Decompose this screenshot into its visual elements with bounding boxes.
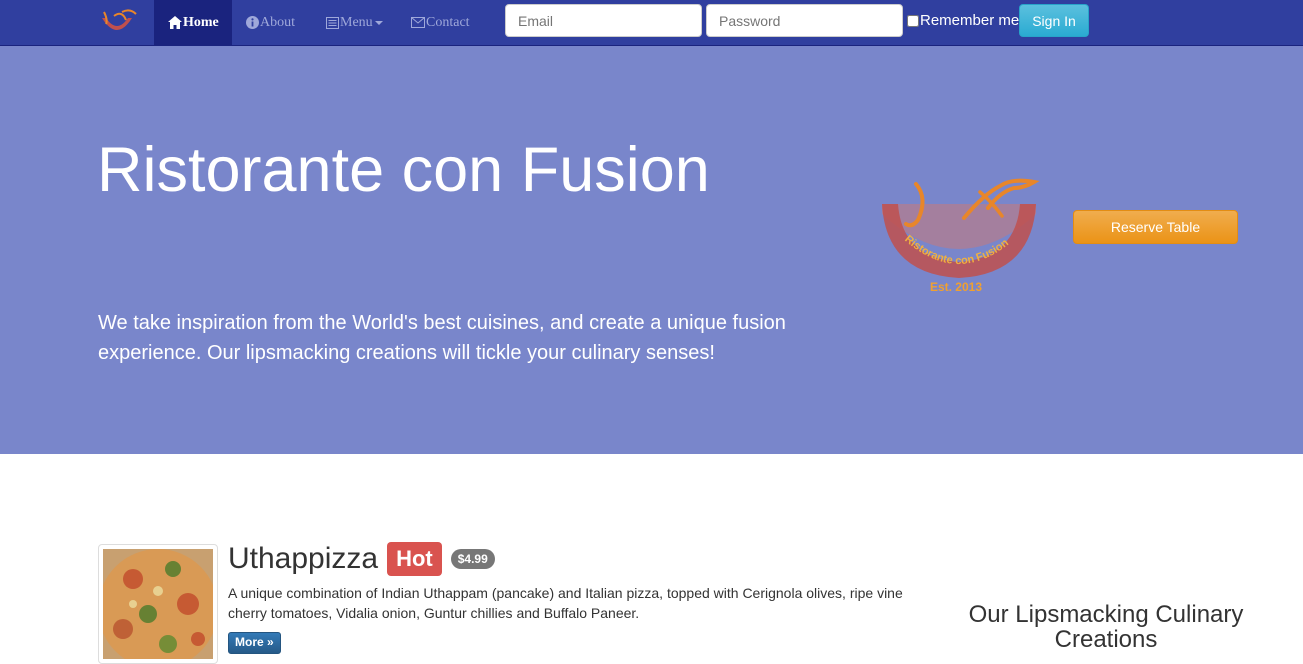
email-input[interactable] <box>505 4 702 37</box>
nav-contact[interactable]: Contact <box>411 0 470 45</box>
password-input[interactable] <box>706 4 903 37</box>
caret-down-icon <box>374 20 383 25</box>
nav-contact-label: Contact <box>426 14 470 30</box>
reserve-table-button[interactable]: Reserve Table <box>1073 210 1238 244</box>
info-icon <box>246 16 259 29</box>
nav-home[interactable]: Home <box>154 0 232 45</box>
hero-title: Ristorante con Fusion <box>97 135 710 205</box>
dish-name: Uthappizza <box>228 542 379 576</box>
envelope-icon <box>411 17 425 28</box>
nav-menu[interactable]: Menu <box>326 0 383 45</box>
remember-me[interactable]: Remember me <box>907 12 1019 29</box>
dish-description: A unique combination of Indian Uthappam … <box>228 585 903 621</box>
remember-checkbox[interactable] <box>907 14 919 27</box>
nav-about-label: About <box>260 14 295 30</box>
list-icon <box>326 16 339 29</box>
creations-heading: Our Lipsmacking Culinary Creations <box>968 601 1244 654</box>
more-button[interactable]: More » <box>228 632 281 654</box>
logo-est: Est. 2013 <box>930 280 982 294</box>
dish-heading: Uthappizza Hot $4.99 <box>228 542 495 577</box>
jumbotron: Ristorante con Fusion We take inspiratio… <box>0 46 1303 454</box>
brand-logo[interactable] <box>96 6 138 40</box>
nav-menu-label: Menu <box>340 14 373 30</box>
nav-about[interactable]: About <box>246 0 295 45</box>
pizza-image <box>98 549 218 664</box>
price-badge: $4.99 <box>450 549 495 570</box>
nav-home-label: Home <box>183 14 219 30</box>
hot-label: Hot <box>387 542 442 577</box>
navbar: Home About Menu Contact Remember me Sign… <box>0 0 1303 46</box>
dish-image <box>98 544 218 664</box>
remember-label: Remember me <box>920 12 1020 29</box>
sign-in-button[interactable]: Sign In <box>1019 4 1089 37</box>
hero-text: We take inspiration from the World's bes… <box>98 312 786 364</box>
home-icon <box>168 16 182 29</box>
restaurant-logo: Ristorante con Fusion Est. 2013 <box>882 178 1040 294</box>
